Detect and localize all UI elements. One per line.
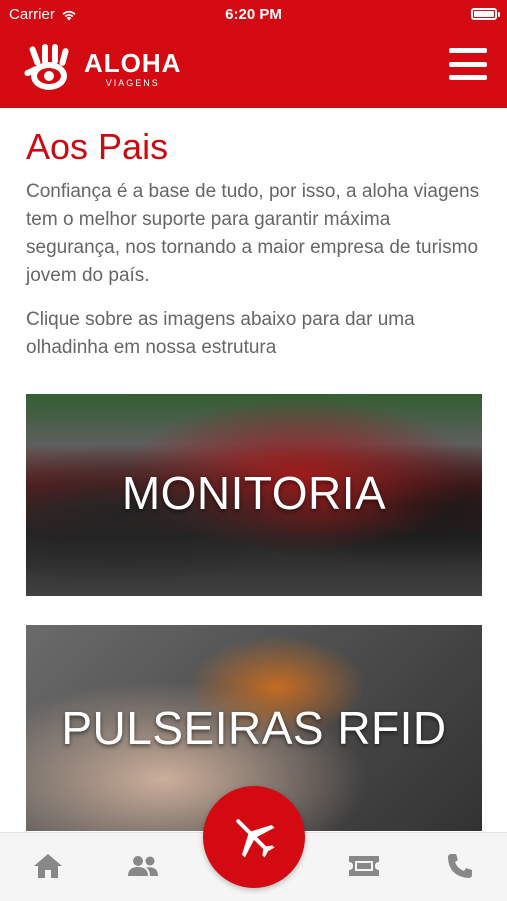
hand-eye-logo-icon: [24, 44, 69, 90]
page-title: Aos Pais: [26, 126, 169, 167]
ticket-icon[interactable]: [348, 851, 380, 881]
phone-icon[interactable]: [444, 851, 476, 881]
monitoria-card[interactable]: MONITORIA: [26, 394, 482, 596]
monitoria-card-label: MONITORIA: [121, 467, 387, 519]
instruction-text: Clique sobre as imagens abaixo para dar …: [26, 309, 415, 358]
rfid-card-label: PULSEIRAS RFID: [61, 702, 447, 754]
app-header: ALOHA VIAGENS: [0, 30, 507, 108]
hamburger-menu-icon[interactable]: [449, 48, 487, 80]
status-bar: Carrier 6:20 PM: [0, 0, 507, 30]
brand-logo[interactable]: ALOHA VIAGENS: [22, 42, 181, 96]
status-time: 6:20 PM: [225, 6, 282, 23]
battery-icon: [471, 8, 500, 20]
people-icon[interactable]: [127, 851, 159, 881]
brand-subtitle: VIAGENS: [105, 78, 160, 88]
intro-text: Confiança é a base de tudo, por isso, a …: [26, 181, 480, 286]
brand-name: ALOHA: [84, 48, 182, 78]
home-icon[interactable]: [32, 851, 64, 881]
airplane-icon[interactable]: [203, 786, 305, 888]
